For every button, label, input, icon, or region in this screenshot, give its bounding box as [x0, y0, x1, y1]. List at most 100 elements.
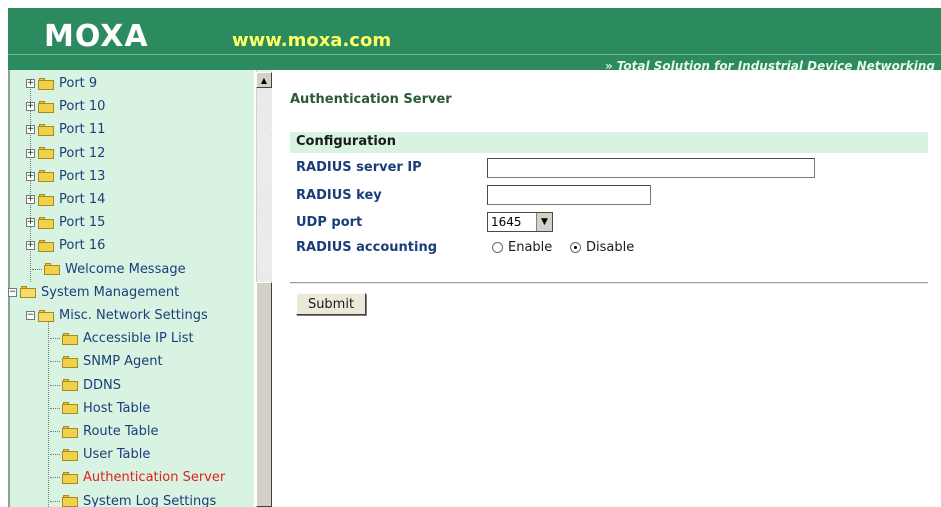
expand-plus-icon[interactable]: + — [26, 195, 35, 204]
folder-icon — [62, 355, 78, 368]
scrollbar-thumb[interactable] — [256, 282, 272, 507]
tree-item[interactable]: + Port 12 — [26, 142, 105, 165]
open-folder-icon — [20, 286, 36, 299]
tree-item-label: System Management — [41, 284, 180, 300]
radius-key-input[interactable] — [487, 185, 651, 205]
tree-item-label: Welcome Message — [65, 261, 186, 277]
udp-port-label: UDP port — [296, 215, 363, 230]
accounting-enable-label: Enable — [508, 240, 553, 255]
folder-icon — [62, 332, 78, 345]
accounting-disable-radio[interactable] — [570, 242, 581, 253]
tree-item-label: User Table — [83, 447, 151, 463]
moxa-url-link[interactable]: www.moxa.com — [232, 30, 391, 52]
tree-item[interactable]: + Port 16 — [26, 234, 105, 257]
tree-item-label: Port 14 — [59, 192, 106, 207]
header-banner: MOXA www.moxa.com » Total Solution for In… — [0, 0, 941, 70]
tagline-text: Total Solution for Industrial Device Net… — [616, 59, 935, 70]
folder-icon — [62, 402, 78, 415]
expand-plus-icon[interactable]: + — [26, 218, 35, 228]
tree-item-label: Port 9 — [59, 76, 98, 91]
tree-item-label: Port 16 — [59, 238, 106, 254]
tree-item[interactable]: Route Table — [50, 420, 159, 443]
double-chevron-icon: » — [605, 59, 613, 70]
tree-item-label: DDNS — [83, 377, 121, 393]
tree-item-label: Accessible IP List — [83, 331, 194, 347]
expand-plus-icon[interactable]: + — [26, 241, 35, 251]
moxa-logo: MOXA — [44, 19, 149, 54]
tree-item-label: Misc. Network Settings — [59, 308, 208, 323]
tree-connector — [48, 318, 49, 507]
tree-item[interactable]: + Port 13 — [26, 165, 105, 188]
banner-divider — [8, 54, 941, 55]
tree-connector — [32, 268, 42, 270]
accounting-disable-label: Disable — [586, 240, 635, 255]
tree-connector — [50, 500, 60, 502]
tree-connector — [50, 384, 60, 386]
tree-item[interactable]: + Port 15 — [26, 211, 105, 234]
section-header-label: Configuration — [296, 134, 396, 149]
tree-item-label: Port 12 — [59, 145, 106, 161]
tree-item[interactable]: DDNS — [50, 374, 121, 397]
tree-connector — [50, 454, 60, 456]
folder-icon — [38, 147, 54, 160]
expand-plus-icon[interactable]: + — [26, 125, 35, 135]
folder-icon — [38, 193, 54, 206]
tree-item-label: SNMP Agent — [83, 354, 163, 370]
expand-plus-icon[interactable]: + — [26, 148, 35, 158]
folder-icon — [38, 123, 54, 136]
tree-item-label: Port 10 — [59, 99, 106, 115]
tree-item[interactable]: + Port 9 — [26, 72, 97, 95]
tree-item[interactable]: Authentication Server — [50, 466, 225, 489]
tree-item[interactable]: Accessible IP List — [50, 327, 194, 350]
tree-item[interactable]: + Port 14 — [26, 188, 105, 211]
tree-item[interactable]: System Log Settings — [50, 490, 216, 507]
folder-icon — [38, 216, 54, 229]
tree-item[interactable]: − System Management — [8, 281, 179, 304]
tree-item[interactable]: Host Table — [50, 397, 150, 420]
tree-item-label: Authentication Server — [83, 470, 226, 486]
form-divider — [290, 282, 928, 284]
tree-item[interactable]: + Port 10 — [26, 95, 105, 118]
expand-plus-icon[interactable]: + — [26, 79, 35, 88]
tree-item-label: Port 13 — [59, 168, 106, 184]
tree-item[interactable]: User Table — [50, 443, 150, 466]
folder-icon — [62, 448, 78, 461]
banner-background: MOXA www.moxa.com » Total Solution for In… — [8, 8, 941, 70]
collapse-minus-icon[interactable]: − — [26, 311, 35, 320]
tree-item-label: System Log Settings — [83, 493, 217, 507]
expand-plus-icon[interactable]: + — [26, 102, 35, 112]
tree-item-label: Port 11 — [59, 122, 106, 138]
folder-icon — [44, 263, 60, 276]
tree-item-label: Port 15 — [59, 215, 106, 231]
radius-accounting-label: RADIUS accounting — [296, 240, 438, 255]
tree-item[interactable]: − Misc. Network Settings — [26, 304, 208, 327]
main-content: Authentication Server Configuration RADI… — [272, 70, 941, 507]
tree-connector — [50, 407, 60, 409]
submit-button[interactable]: Submit — [296, 293, 366, 315]
radius-key-label: RADIUS key — [296, 188, 382, 203]
folder-icon — [38, 239, 54, 252]
folder-icon — [62, 379, 78, 392]
radius-server-ip-label: RADIUS server IP — [296, 160, 422, 175]
folder-icon — [62, 425, 78, 438]
tree-item[interactable]: SNMP Agent — [50, 350, 163, 373]
tagline: » Total Solution for Industrial Device Ne… — [605, 58, 935, 70]
page-title: Authentication Server — [290, 92, 452, 107]
scroll-up-arrow-icon[interactable]: ▲ — [256, 72, 272, 88]
accounting-enable-radio[interactable] — [492, 242, 503, 253]
tree-item[interactable]: + Port 11 — [26, 118, 105, 141]
open-folder-icon — [38, 309, 54, 322]
configuration-section-header: Configuration — [290, 132, 928, 153]
folder-icon — [38, 77, 54, 90]
radius-server-ip-input[interactable] — [487, 158, 815, 178]
tree-connector — [50, 361, 60, 363]
tree-item-label: Host Table — [83, 400, 151, 416]
expand-plus-icon[interactable]: + — [26, 171, 35, 181]
tree-item[interactable]: Welcome Message — [32, 258, 186, 281]
udp-port-select[interactable]: 1645 ▼ — [487, 212, 553, 232]
dropdown-arrow-icon[interactable]: ▼ — [536, 213, 552, 231]
tree-connector — [50, 338, 60, 340]
collapse-minus-icon[interactable]: − — [8, 287, 17, 297]
folder-icon — [62, 471, 78, 484]
tree-connector — [50, 431, 60, 432]
